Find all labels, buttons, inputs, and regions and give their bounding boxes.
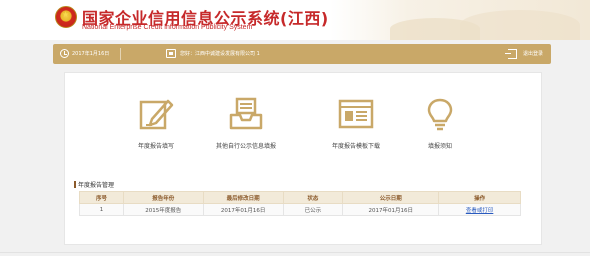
- site-header: ★ 国家企业信用信息公示系统(江西) National Enterprise C…: [0, 0, 590, 40]
- header-decoration: [330, 0, 590, 40]
- col-header: 报告年份: [122, 191, 204, 204]
- func-label: 填报须知: [427, 143, 452, 150]
- cell-action: 查看或打印: [438, 203, 521, 216]
- section-title: 年度报告管理: [74, 180, 114, 189]
- annual-report-table: 序号 报告年份 最后修改日期 状态 公示日期 操作 1 2015年度报告 201…: [79, 191, 521, 216]
- report-template-download-button[interactable]: 年度报告模板下载: [311, 97, 401, 150]
- table-row: 1 2015年度报告 2017年01月16日 已公示 2017年01月16日 查…: [79, 203, 521, 216]
- divider: [120, 48, 121, 60]
- inbox-tray-icon: [229, 97, 263, 130]
- other-self-publicity-button[interactable]: 其他自行公示信息填报: [201, 97, 291, 150]
- logout-icon[interactable]: [505, 49, 517, 59]
- col-header: 操作: [438, 191, 521, 204]
- cell-index: 1: [79, 203, 124, 216]
- logout-button[interactable]: 退出登录: [523, 50, 543, 57]
- func-label: 年度报告模板下载: [331, 143, 380, 150]
- main-panel: 年度报告填写 其他自行公示信息填报 年度报告模板下载 填报须知 年度报告管理 序…: [64, 72, 542, 245]
- national-emblem-icon: ★: [55, 6, 77, 28]
- info-bar: 2017年1月16日 您好：江西中诚建设发展有限公司 1 退出登录: [53, 44, 551, 64]
- func-label: 年度报告填写: [137, 143, 174, 150]
- filing-notice-button[interactable]: 填报须知: [395, 97, 485, 150]
- pen-on-paper-icon: [139, 99, 174, 130]
- func-label: 其他自行公示信息填报: [215, 143, 276, 150]
- annual-report-fill-button[interactable]: 年度报告填写: [111, 97, 201, 150]
- user-card-icon: [166, 49, 176, 58]
- document-template-icon: [338, 99, 374, 129]
- lightbulb-icon: [427, 98, 453, 131]
- user-greeting: 您好：江西中诚建设发展有限公司 1: [180, 51, 260, 57]
- cell-publish-date: 2017年01月16日: [342, 203, 440, 216]
- col-header: 状态: [282, 191, 344, 204]
- col-header: 公示日期: [342, 191, 440, 204]
- cell-year: 2015年度报告: [122, 203, 204, 216]
- footer-divider: [0, 252, 590, 253]
- table-header-row: 序号 报告年份 最后修改日期 状态 公示日期 操作: [79, 191, 521, 204]
- view-print-link[interactable]: 查看或打印: [466, 208, 494, 214]
- site-subtitle: National Enterprise Credit Information P…: [82, 24, 253, 31]
- current-date: 2017年1月16日: [72, 51, 110, 57]
- col-header: 最后修改日期: [202, 191, 284, 204]
- cell-status: 已公示: [282, 203, 344, 216]
- clock-icon: [60, 49, 69, 58]
- col-header: 序号: [79, 191, 124, 204]
- cell-modified: 2017年01月16日: [202, 203, 284, 216]
